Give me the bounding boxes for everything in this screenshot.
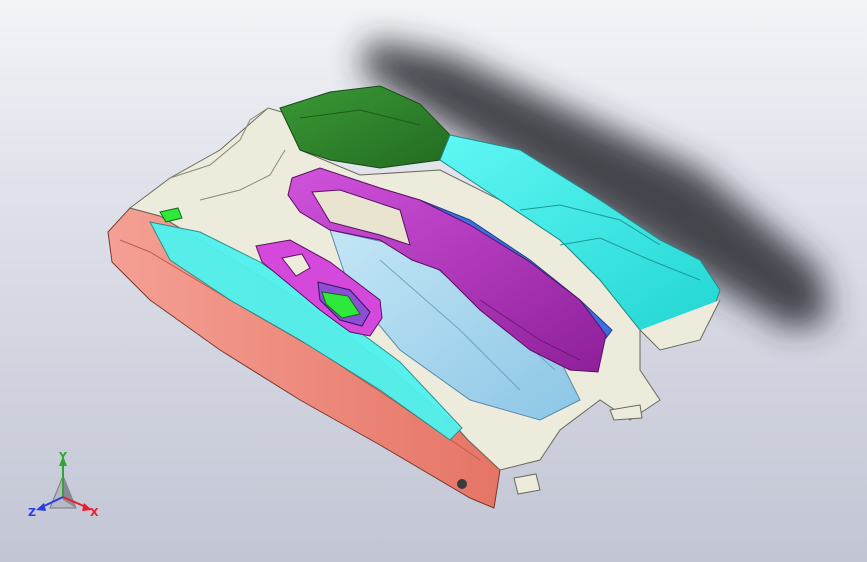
coordinate-triad-icon: Y X Z — [28, 450, 99, 519]
triad-x-label: X — [90, 506, 99, 519]
cad-viewport[interactable]: Y X Z — [0, 0, 867, 562]
model-scene[interactable]: Y X Z — [0, 0, 867, 562]
triad-y-label: Y — [58, 450, 68, 463]
triad-z-label: Z — [28, 506, 36, 519]
